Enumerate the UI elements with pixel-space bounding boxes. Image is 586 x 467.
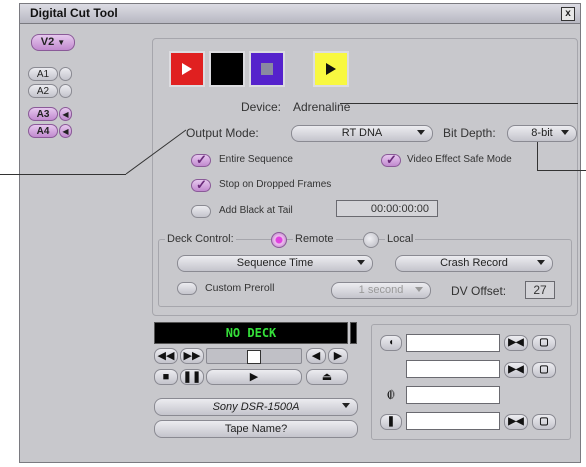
time-mode-value: Sequence Time xyxy=(236,257,314,269)
time-mode-dropdown[interactable]: Sequence Time xyxy=(177,255,373,272)
audio-track-a2[interactable]: A2 xyxy=(28,84,72,98)
video-track-selector[interactable]: V2 ▼ xyxy=(31,34,75,51)
mark-in-button[interactable]: ◖ xyxy=(380,335,402,351)
chevron-down-icon xyxy=(561,130,569,135)
audio-track-label[interactable]: A4 xyxy=(28,124,58,138)
go-to-mark-button[interactable]: ▶◀ xyxy=(504,414,528,430)
local-radio[interactable] xyxy=(363,232,379,248)
stop-button[interactable] xyxy=(249,51,285,87)
window-title: Digital Cut Tool xyxy=(30,6,118,20)
shuttle-bar[interactable] xyxy=(206,348,302,364)
deck-control-label: Deck Control: xyxy=(165,233,236,245)
remote-radio[interactable] xyxy=(271,232,287,248)
callout-line-output-mode xyxy=(0,174,126,175)
stop-on-dropped-label: Stop on Dropped Frames xyxy=(219,179,332,190)
chevron-down-icon xyxy=(417,130,425,135)
track-monitor-toggle[interactable] xyxy=(59,67,72,81)
output-mode-label: Output Mode: xyxy=(186,126,259,140)
step-back-button[interactable]: ◀ xyxy=(306,348,326,364)
local-label: Local xyxy=(385,233,416,245)
audio-track-label[interactable]: A2 xyxy=(28,84,58,98)
step-forward-button[interactable]: ▶ xyxy=(328,348,348,364)
title-bar[interactable]: Digital Cut Tool x xyxy=(20,4,580,24)
chevron-down-icon xyxy=(342,403,350,408)
bit-depth-value: 8-bit xyxy=(531,127,553,139)
bit-depth-dropdown[interactable]: 8-bit xyxy=(507,125,577,142)
record-mode-value: Crash Record xyxy=(440,257,508,269)
add-black-checkbox[interactable] xyxy=(191,205,211,218)
mark-out-timecode-field[interactable] xyxy=(406,360,500,378)
chevron-down-icon xyxy=(537,260,545,265)
current-timecode-field[interactable] xyxy=(406,412,500,430)
device-label: Device: xyxy=(241,100,282,114)
chevron-down-icon xyxy=(357,260,365,265)
video-effect-safe-label: Video Effect Safe Mode xyxy=(407,154,512,165)
stop-on-dropped-checkbox[interactable] xyxy=(191,177,211,193)
preview-button[interactable] xyxy=(313,51,349,87)
audio-track-label[interactable]: A1 xyxy=(28,67,58,81)
bit-depth-label: Bit Depth: xyxy=(443,126,496,140)
black-square-button[interactable] xyxy=(209,51,245,87)
dv-offset-label: DV Offset: xyxy=(451,284,507,298)
mark-points-panel: ◖ ▶◀ ▢ ▶◀ ▢ ⦇⦈ ❚ ▶◀ ▢ xyxy=(371,324,571,440)
deck-model-dropdown[interactable]: Sony DSR-1500A xyxy=(154,398,358,416)
audio-track-a3[interactable]: A3 ◀ xyxy=(28,107,72,121)
entire-sequence-label: Entire Sequence xyxy=(219,154,293,165)
speaker-icon[interactable]: ◀ xyxy=(59,107,72,121)
clear-out-button[interactable]: ▢ xyxy=(532,362,556,378)
audio-track-a4[interactable]: A4 ◀ xyxy=(28,124,72,138)
deck-control-panel: Deck Control: Remote Local Sequence Time… xyxy=(158,232,572,307)
remote-label: Remote xyxy=(293,233,336,245)
record-button[interactable] xyxy=(169,51,205,87)
audio-track-a1[interactable]: A1 xyxy=(28,67,72,81)
preroll-dropdown[interactable]: 1 second xyxy=(331,282,431,299)
deck-model-value: Sony DSR-1500A xyxy=(212,401,300,413)
custom-preroll-checkbox[interactable] xyxy=(177,282,197,295)
entire-sequence-checkbox[interactable] xyxy=(191,152,211,168)
custom-preroll-label: Custom Preroll xyxy=(205,282,275,294)
clear-mark-button[interactable]: ▢ xyxy=(532,414,556,430)
duration-icon: ⦇⦈ xyxy=(387,389,395,400)
eject-button[interactable]: ⏏ xyxy=(306,369,348,385)
deck-status-display: NO DECK xyxy=(154,322,348,344)
callout-line-output-mode-diagonal xyxy=(125,129,187,175)
output-mode-dropdown[interactable]: RT DNA xyxy=(291,125,433,142)
stop-transport-button[interactable]: ■ xyxy=(154,369,178,385)
audio-track-label[interactable]: A3 xyxy=(28,107,58,121)
tape-name-button[interactable]: Tape Name? xyxy=(154,420,358,438)
play-icon xyxy=(326,63,336,75)
close-button[interactable]: x xyxy=(561,7,575,21)
track-monitor-toggle[interactable] xyxy=(59,84,72,98)
video-effect-safe-checkbox[interactable] xyxy=(381,152,401,168)
play-transport-button[interactable]: ▶ xyxy=(206,369,302,385)
dv-offset-field[interactable]: 27 xyxy=(525,281,555,299)
speaker-icon[interactable]: ◀ xyxy=(59,124,72,138)
stop-icon xyxy=(261,63,273,75)
rewind-button[interactable]: ◀◀ xyxy=(154,348,178,364)
callout-line-device xyxy=(340,103,578,104)
callout-line-bit-depth-h xyxy=(537,170,586,171)
chevron-down-icon: ▼ xyxy=(57,38,66,47)
clear-in-button[interactable]: ▢ xyxy=(532,335,556,351)
play-icon xyxy=(182,63,192,75)
mark-clip-button[interactable]: ❚ xyxy=(380,414,402,430)
pause-button[interactable]: ❚❚ xyxy=(180,369,204,385)
preroll-value: 1 second xyxy=(358,284,404,296)
callout-line-bit-depth xyxy=(537,142,538,170)
add-black-time-field[interactable]: 00:00:00:00 xyxy=(336,200,438,217)
add-black-label: Add Black at Tail xyxy=(219,205,293,216)
shuttle-handle[interactable] xyxy=(247,350,261,364)
digital-cut-tool-window: Digital Cut Tool x V2 ▼ A1 A2 A3 ◀ A4 ◀ … xyxy=(19,3,581,463)
output-mode-value: RT DNA xyxy=(341,127,383,139)
deck-level-bar xyxy=(350,322,357,344)
duration-timecode-field[interactable] xyxy=(406,386,500,404)
mark-in-timecode-field[interactable] xyxy=(406,334,500,352)
chevron-down-icon xyxy=(415,287,423,292)
video-track-label: V2 xyxy=(40,36,55,48)
tape-name-label: Tape Name? xyxy=(224,423,288,435)
fast-forward-button[interactable]: ▶▶ xyxy=(180,348,204,364)
go-to-out-button[interactable]: ▶◀ xyxy=(504,362,528,378)
go-to-in-button[interactable]: ▶◀ xyxy=(504,335,528,351)
record-mode-dropdown[interactable]: Crash Record xyxy=(395,255,553,272)
